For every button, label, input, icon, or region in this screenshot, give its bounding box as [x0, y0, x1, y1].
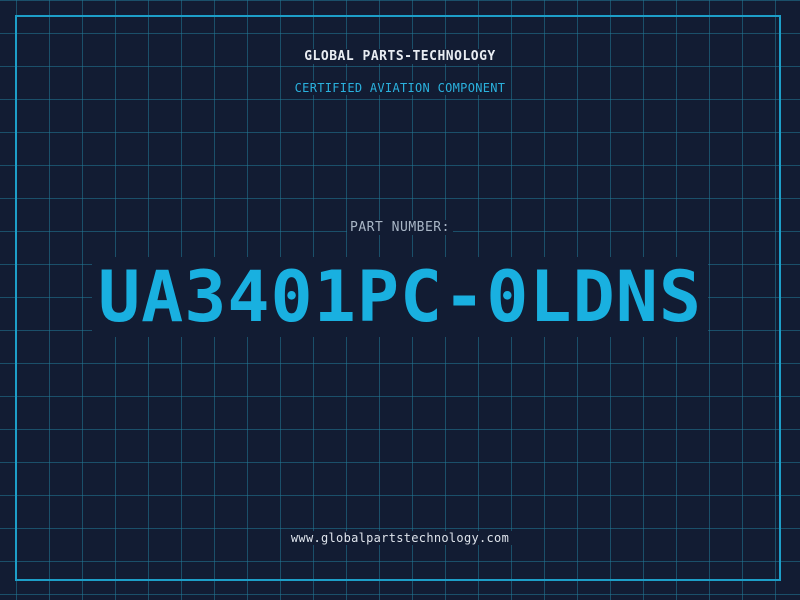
part-number-value: UA3401PC-0LDNS	[0, 257, 800, 337]
part-number-label: PART NUMBER:	[0, 220, 800, 235]
certification-tagline-text: CERTIFIED AVIATION COMPONENT	[291, 81, 509, 95]
part-number-value-text: UA3401PC-0LDNS	[91, 257, 708, 337]
company-name-text: GLOBAL PARTS-TECHNOLOGY	[301, 49, 499, 64]
part-number-label-text: PART NUMBER:	[347, 220, 453, 235]
company-name: GLOBAL PARTS-TECHNOLOGY	[0, 49, 800, 64]
website-url: www.globalpartstechnology.com	[0, 531, 800, 545]
certification-tagline: CERTIFIED AVIATION COMPONENT	[0, 81, 800, 95]
website-url-text: www.globalpartstechnology.com	[287, 531, 513, 545]
